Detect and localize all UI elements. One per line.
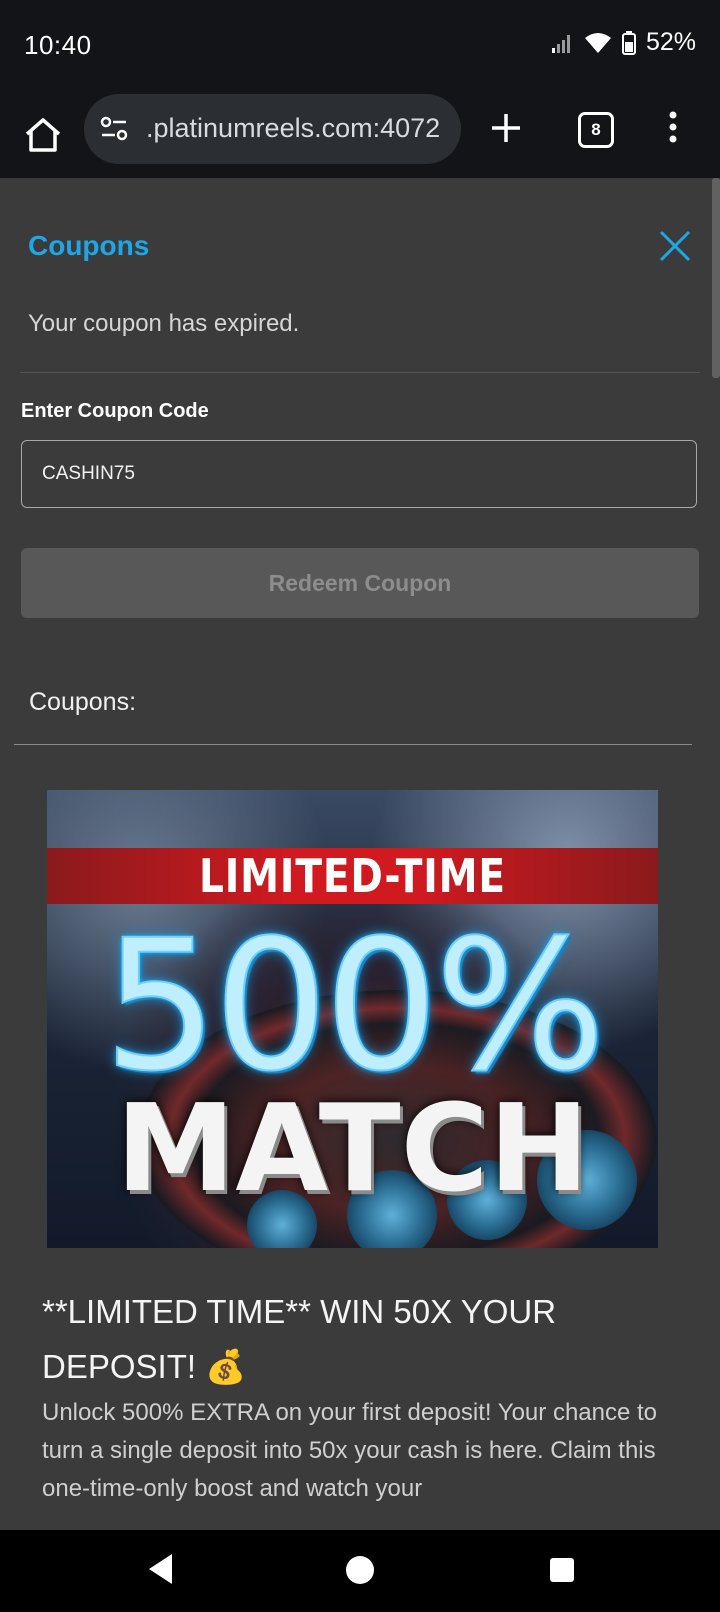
promo-description: Unlock 500% EXTRA on your first deposit!…: [42, 1399, 658, 1502]
coupon-code-input[interactable]: [21, 440, 697, 508]
banner-match-text: MATCH: [115, 1080, 590, 1219]
battery-percent: 52%: [645, 28, 696, 56]
status-bar: 10:40 52%: [0, 0, 720, 92]
status-icons: 52%: [550, 28, 696, 57]
new-tab-icon[interactable]: [488, 110, 524, 146]
battery-icon: [621, 30, 636, 55]
clock: 10:40: [24, 30, 92, 60]
promo-banner-image[interactable]: LIMITED-TIME 500% MATCH: [47, 790, 658, 1248]
divider: [14, 744, 692, 745]
navigation-bar: [0, 1530, 720, 1612]
home-nav-icon[interactable]: [346, 1556, 374, 1584]
redeem-coupon-button[interactable]: Redeem Coupon: [21, 548, 699, 618]
url-text[interactable]: .platinumreels.com:4072: [146, 113, 440, 144]
banner-limited-time-text: LIMITED-TIME: [198, 849, 507, 903]
recents-icon[interactable]: [550, 1558, 574, 1582]
site-settings-icon[interactable]: [98, 114, 130, 144]
coupons-page: Coupons Your coupon has expired. Enter C…: [0, 178, 720, 1530]
signal-icon: [551, 34, 570, 53]
divider: [20, 372, 700, 373]
back-icon[interactable]: [146, 1552, 174, 1586]
coupon-code-label: Enter Coupon Code: [21, 400, 209, 422]
banner-500-percent-text: 500%: [102, 902, 607, 1111]
modal-title: Coupons: [28, 230, 150, 261]
browser-toolbar: .platinumreels.com:4072 8: [0, 92, 720, 178]
address-bar[interactable]: .platinumreels.com:4072: [84, 94, 461, 164]
wifi-icon: [584, 32, 611, 53]
home-icon[interactable]: [20, 112, 66, 158]
more-menu-icon[interactable]: [666, 108, 680, 148]
close-icon[interactable]: [657, 228, 693, 264]
scrollbar[interactable]: [712, 178, 720, 378]
promo-headline: **LIMITED TIME** WIN 50X YOUR DEPOSIT! 💰: [42, 1293, 557, 1385]
status-message: Your coupon has expired.: [28, 310, 300, 337]
tab-switcher-icon[interactable]: 8: [578, 112, 614, 148]
coupons-list-heading: Coupons:: [29, 688, 137, 716]
